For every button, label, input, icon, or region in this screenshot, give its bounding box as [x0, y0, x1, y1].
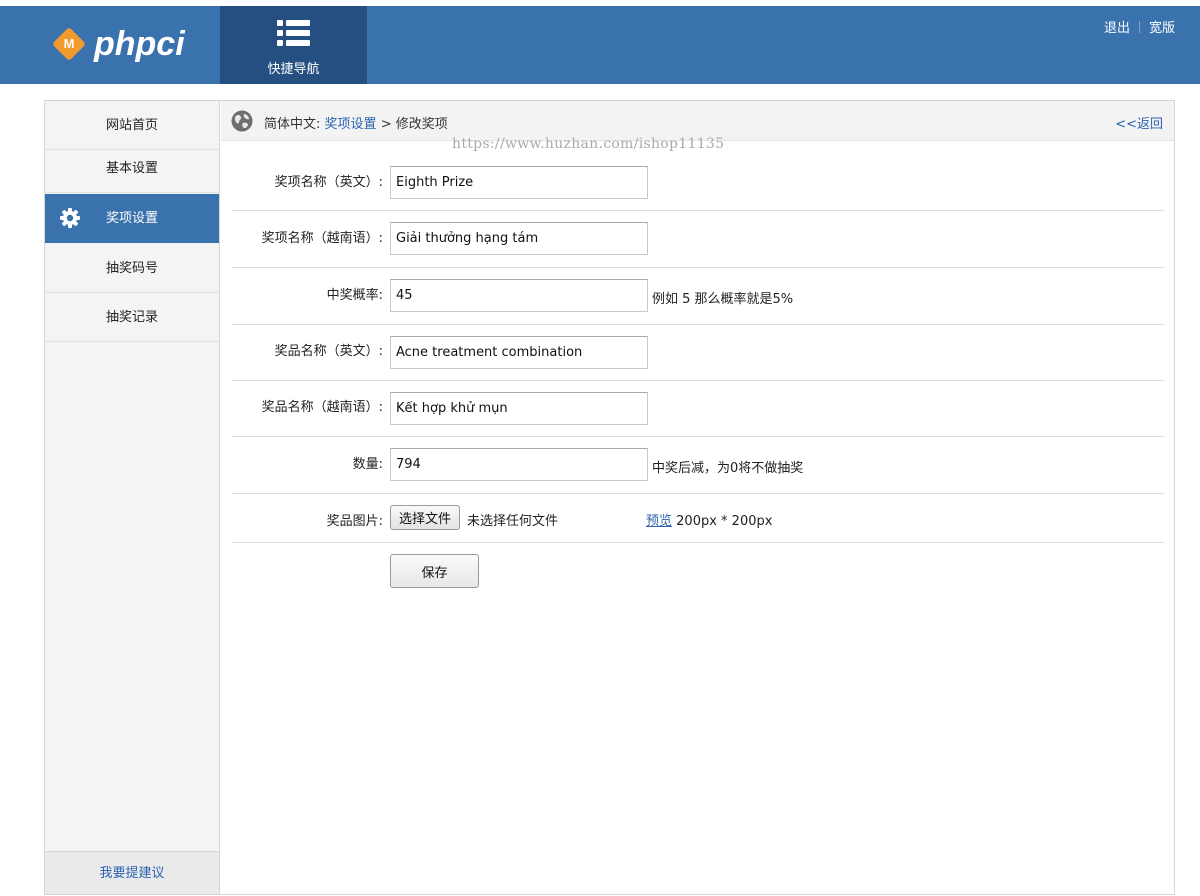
back-container: <<返回 [1115, 113, 1163, 132]
field-label: 中奖概率: [326, 288, 383, 303]
quantity-hint: 中奖后减，为0将不做抽奖 [652, 461, 804, 476]
main-frame: 网站首页 基本设置 奖项设置 抽奖码号 抽奖记录 我要提建议 简体中文: 奖项设… [44, 100, 1175, 895]
divider [1138, 20, 1140, 33]
form-row-prize-en: 奖品名称（英文）: [232, 325, 1164, 381]
field-label: 奖项名称（越南语）: [261, 231, 383, 246]
logo-icon: M [52, 27, 86, 61]
breadcrumb-current: 修改奖项 [395, 117, 448, 132]
probability-input[interactable] [390, 279, 648, 312]
save-button[interactable]: 保存 [390, 554, 479, 588]
top-links: 退出 宽版 [1104, 17, 1175, 36]
no-file-text: 未选择任何文件 [467, 514, 559, 529]
quick-nav-button[interactable]: 快捷导航 [220, 6, 367, 84]
sidebar-item-lottery-codes[interactable]: 抽奖码号 [45, 244, 219, 293]
logo[interactable]: M phpci [52, 24, 185, 64]
preview-container: 预览 200px * 200px [646, 510, 772, 529]
prize-item-en-input[interactable] [390, 336, 648, 369]
sidebar-item-home[interactable]: 网站首页 [45, 101, 219, 150]
back-link[interactable]: <<返回 [1115, 117, 1163, 132]
prize-name-en-input[interactable] [390, 166, 648, 199]
field-label: 奖品名称（英文）: [274, 344, 383, 359]
globe-icon [231, 110, 253, 132]
form-row-name-vi: 奖项名称（越南语）: [232, 211, 1164, 268]
sidebar-item-lottery-records[interactable]: 抽奖记录 [45, 293, 219, 342]
choose-file-button[interactable]: 选择文件 [390, 505, 461, 530]
breadcrumb-separator: > [380, 117, 392, 132]
gear-icon [60, 208, 80, 228]
top-bar: M phpci 快捷导航 退出 宽版 [0, 0, 1200, 84]
form-row-name-en: 奖项名称（英文）: [232, 141, 1164, 211]
form-row-image: 奖品图片: 选择文件 未选择任何文件 预览 200px * 200px [232, 494, 1164, 543]
field-label: 数量: [352, 457, 383, 472]
quick-nav-label: 快捷导航 [267, 62, 320, 77]
breadcrumb: 简体中文: 奖项设置 > 修改奖项 <<返回 [221, 101, 1174, 141]
sidebar-item-label: 奖项设置 [105, 211, 158, 226]
field-label: 奖项名称（英文）: [274, 175, 383, 190]
image-size-hint: 200px * 200px [676, 514, 773, 529]
sidebar-item-prize-settings[interactable]: 奖项设置 [45, 194, 219, 243]
logo-text: phpci [94, 24, 185, 63]
field-label: 奖品名称（越南语）: [261, 400, 383, 415]
sidebar: 网站首页 基本设置 奖项设置 抽奖码号 抽奖记录 我要提建议 [45, 101, 220, 894]
logout-link[interactable]: 退出 [1104, 17, 1130, 36]
preview-link[interactable]: 预览 [646, 514, 672, 529]
form-row-probability: 中奖概率: 例如 5 那么概率就是5% [232, 268, 1164, 325]
form-row-prize-vi: 奖品名称（越南语）: [232, 381, 1164, 437]
sidebar-item-basic-settings[interactable]: 基本设置 [45, 144, 219, 193]
content-area: 简体中文: 奖项设置 > 修改奖项 <<返回 https://www.huzha… [221, 101, 1174, 894]
field-label: 奖品图片: [326, 514, 383, 529]
wide-layout-link[interactable]: 宽版 [1149, 17, 1175, 36]
breadcrumb-text: 简体中文: 奖项设置 > 修改奖项 [264, 113, 448, 132]
breadcrumb-prefix: 简体中文: [264, 117, 321, 132]
probability-hint: 例如 5 那么概率就是5% [652, 292, 794, 307]
sidebar-footer: 我要提建议 [45, 851, 219, 894]
quantity-input[interactable] [390, 448, 648, 481]
breadcrumb-link-prize-settings[interactable]: 奖项设置 [325, 117, 377, 132]
prize-name-vi-input[interactable] [390, 222, 648, 255]
form-row-quantity: 数量: 中奖后减，为0将不做抽奖 [232, 437, 1164, 494]
list-icon [277, 20, 310, 46]
prize-item-vi-input[interactable] [390, 392, 648, 425]
feedback-link[interactable]: 我要提建议 [99, 866, 164, 881]
